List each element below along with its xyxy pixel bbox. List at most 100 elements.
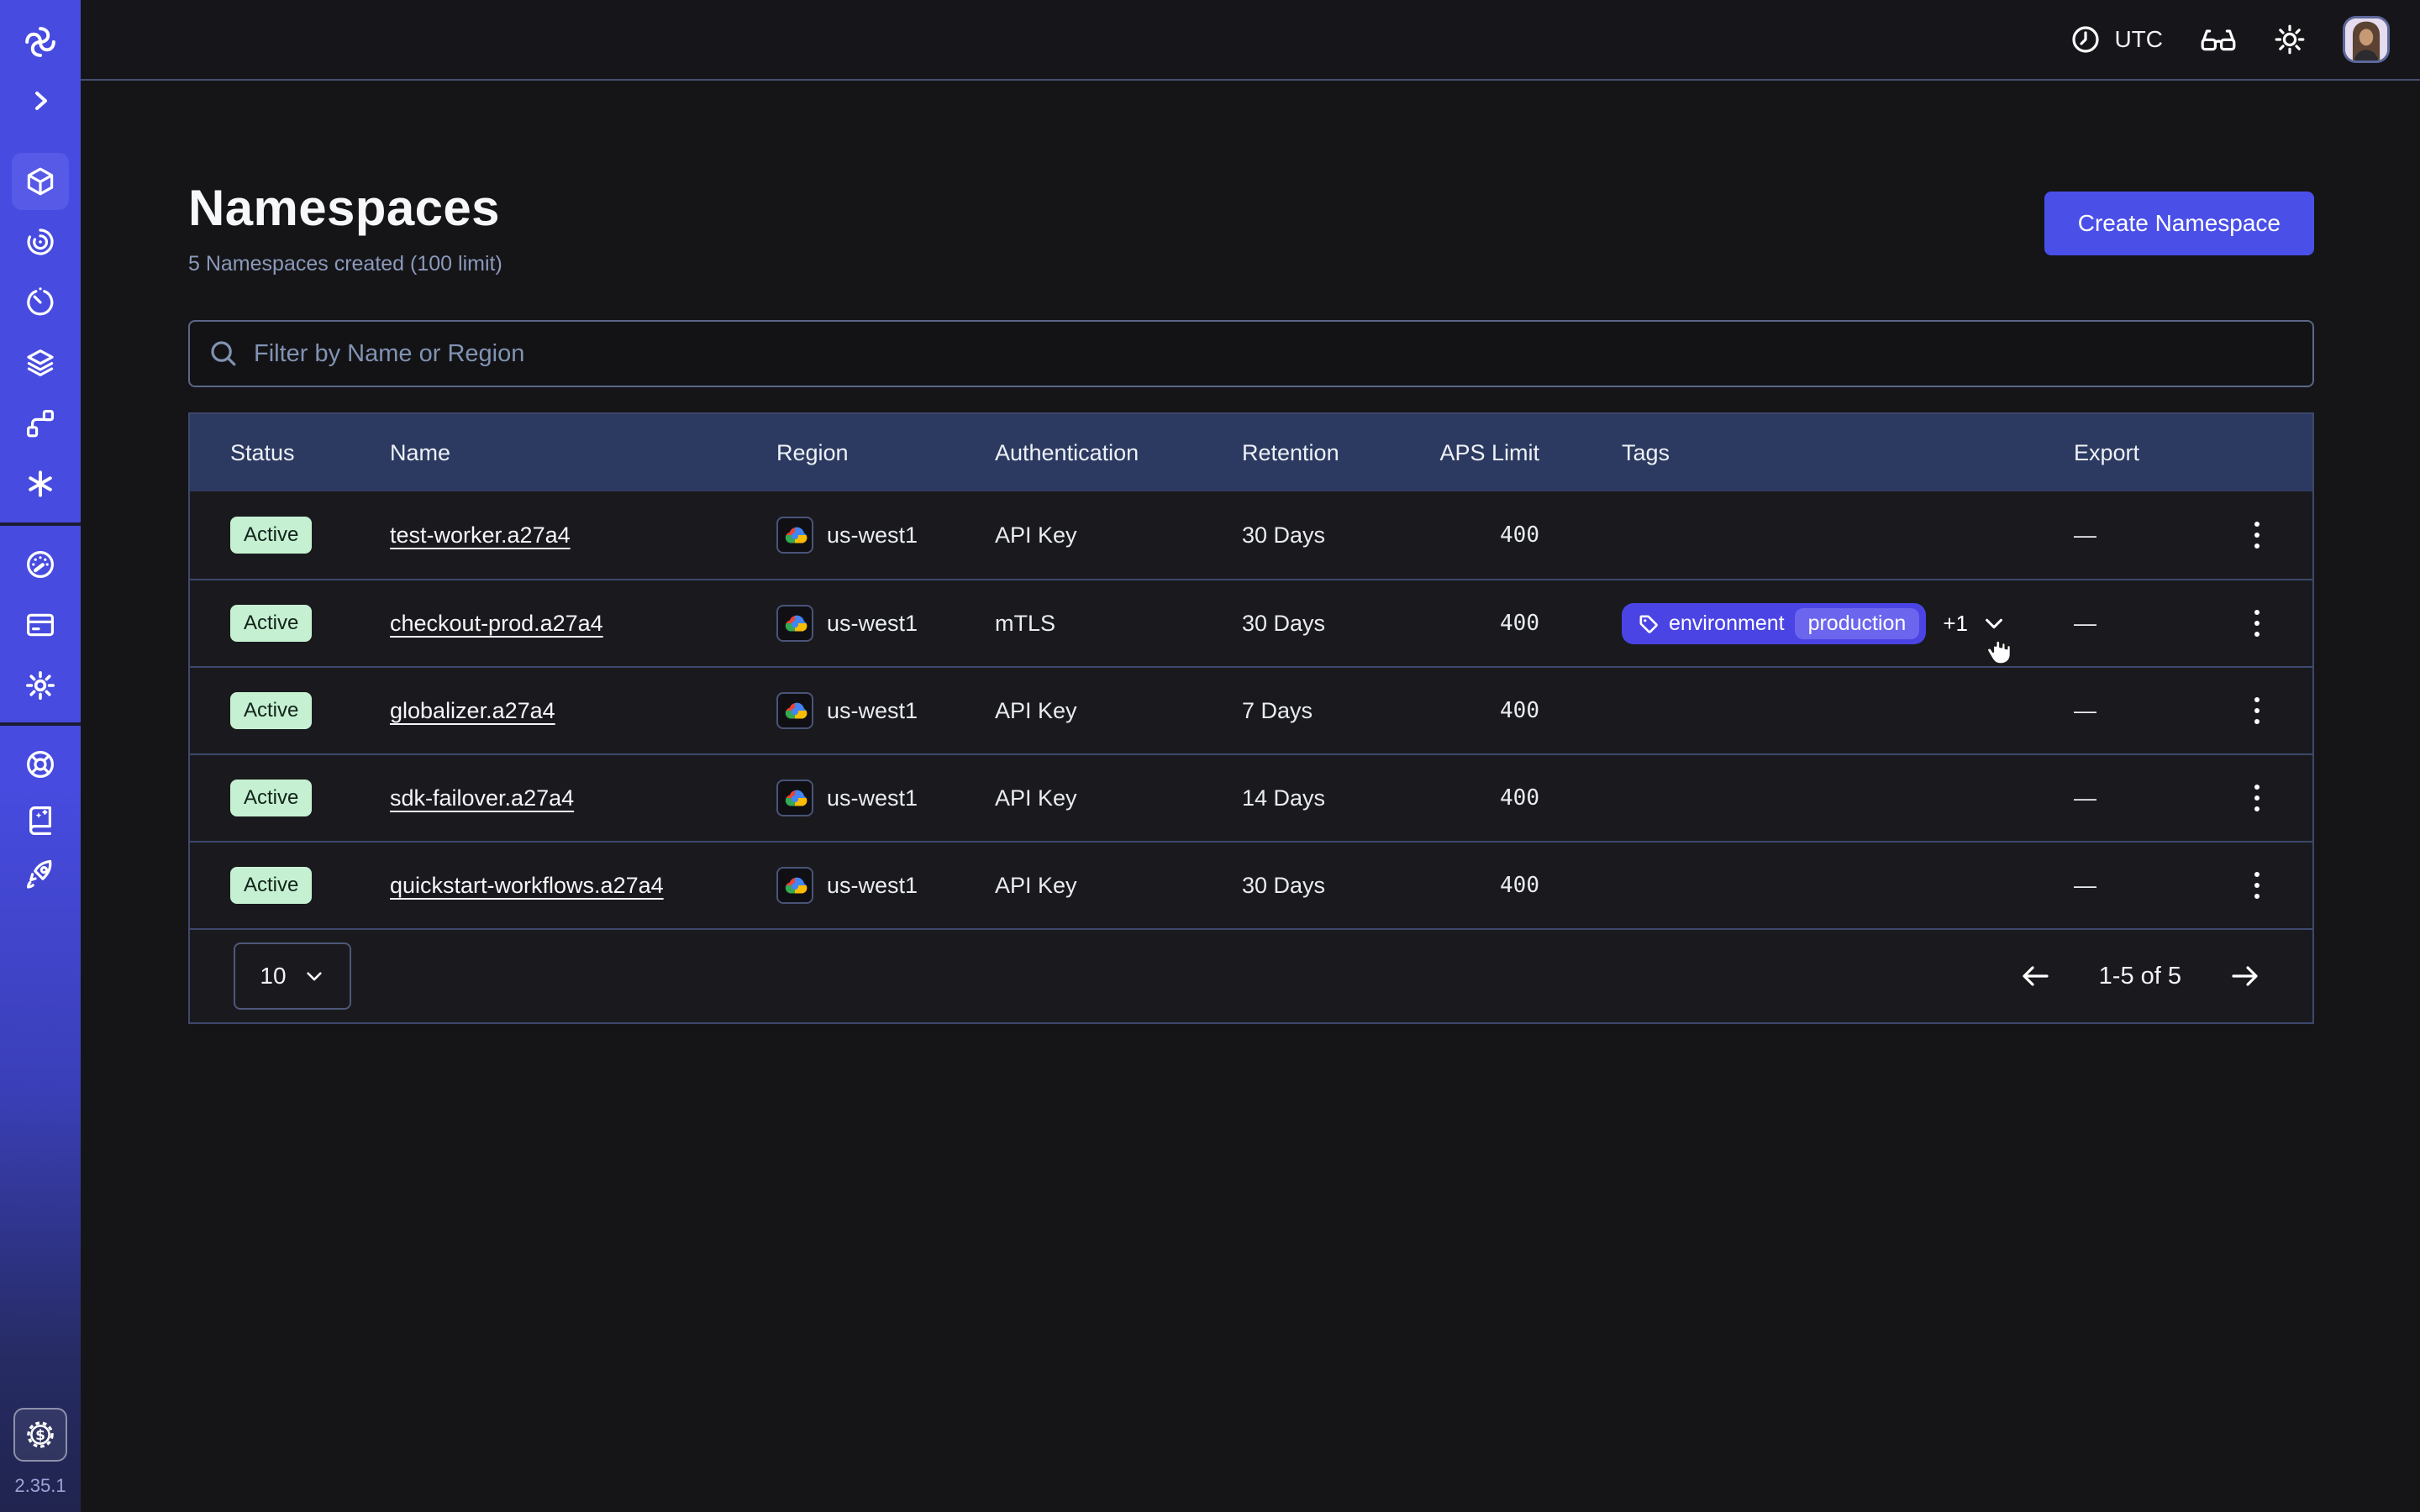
namespace-link[interactable]: quickstart-workflows.a27a4 — [390, 873, 664, 898]
next-page-button[interactable] — [2228, 959, 2262, 993]
col-header-authentication: Authentication — [995, 440, 1242, 466]
retention-value: 14 Days — [1242, 785, 1432, 811]
more-tags-label: +1 — [1943, 611, 1968, 637]
tags-cell: environment production +1 — [1539, 603, 2074, 644]
row-actions-menu-button[interactable] — [2248, 515, 2266, 555]
ui-version: 2.35.1 — [0, 1475, 81, 1497]
chevron-down-icon[interactable] — [1981, 611, 2007, 636]
table-footer: 10 1-5 of 5 — [190, 928, 2312, 1022]
auth-value: API Key — [995, 785, 1242, 811]
filter-input[interactable] — [188, 320, 2314, 387]
aps-limit-value: 400 — [1432, 698, 1539, 723]
gear-icon — [24, 669, 57, 702]
sidebar-item-namespaces[interactable] — [12, 153, 69, 210]
status-badge: Active — [230, 605, 312, 642]
tag-pill[interactable]: environment production — [1622, 603, 1926, 644]
namespace-link[interactable]: test-worker.a27a4 — [390, 522, 571, 548]
sun-icon[interactable] — [2274, 24, 2306, 55]
search-icon — [208, 339, 239, 369]
export-value: — — [2074, 873, 2242, 899]
clock-icon — [2070, 24, 2101, 55]
status-badge: Active — [230, 517, 312, 554]
row-actions-menu-button[interactable] — [2248, 603, 2266, 643]
user-avatar[interactable] — [2343, 16, 2390, 63]
namespace-link[interactable]: globalizer.a27a4 — [390, 698, 555, 723]
tag-value: production — [1795, 608, 1920, 639]
sidebar-item-schedules[interactable] — [24, 286, 57, 319]
page-size-value: 10 — [260, 963, 286, 990]
col-header-region: Region — [776, 440, 995, 466]
gcp-icon — [776, 517, 813, 554]
main-content: Namespaces 5 Namespaces created (100 lim… — [81, 81, 2420, 1512]
rocket-icon — [24, 857, 57, 890]
chevron-down-icon — [303, 965, 325, 987]
sidebar-expand-button[interactable] — [27, 87, 54, 114]
gcp-icon — [776, 692, 813, 729]
sidebar-item-usage[interactable] — [24, 548, 57, 581]
sidebar-item-documentation[interactable] — [24, 803, 57, 837]
row-actions-menu-button[interactable] — [2248, 690, 2266, 731]
tag-icon — [1637, 612, 1659, 634]
workflow-branch-icon — [24, 407, 57, 440]
aps-limit-value: 400 — [1432, 785, 1539, 811]
sidebar-divider — [0, 722, 81, 726]
asterisk-icon — [24, 467, 57, 501]
row-actions-menu-button[interactable] — [2248, 778, 2266, 818]
cube-icon — [24, 165, 57, 198]
namespaces-page: UTC — [0, 0, 2420, 1512]
sidebar-item-batch-operations[interactable] — [24, 467, 57, 501]
region-label: us-west1 — [827, 785, 918, 811]
retention-value: 30 Days — [1242, 611, 1432, 637]
svg-text:$: $ — [35, 1427, 45, 1444]
pagination-range: 1-5 of 5 — [2099, 963, 2181, 990]
table-header-row: Status Name Region Authentication Retent… — [190, 414, 2312, 491]
page-title: Namespaces — [188, 178, 502, 239]
export-value: — — [2074, 611, 2242, 637]
col-header-tags: Tags — [1539, 440, 2074, 466]
timer-icon — [24, 286, 57, 319]
gcp-icon — [776, 867, 813, 904]
reading-glasses-icon[interactable] — [2200, 26, 2237, 53]
sidebar-item-support[interactable] — [24, 748, 57, 781]
gcp-icon — [776, 780, 813, 816]
previous-page-button[interactable] — [2018, 959, 2052, 993]
temporal-logo[interactable] — [22, 24, 59, 60]
sidebar-item-workflows[interactable] — [24, 225, 57, 259]
sidebar-item-billing[interactable] — [24, 608, 57, 642]
sidebar-item-deployments[interactable] — [24, 346, 57, 380]
retention-value: 30 Days — [1242, 522, 1432, 549]
pricing-button[interactable]: $ — [13, 1408, 67, 1462]
col-header-name: Name — [390, 440, 776, 466]
auth-value: API Key — [995, 522, 1242, 549]
auth-value: mTLS — [995, 611, 1242, 637]
arrow-left-icon — [2018, 959, 2052, 993]
sidebar-item-nexus[interactable] — [24, 407, 57, 440]
auth-value: API Key — [995, 873, 1242, 899]
aps-limit-value: 400 — [1432, 873, 1539, 898]
life-buoy-icon — [24, 748, 57, 781]
book-icon — [24, 803, 57, 837]
create-namespace-button[interactable]: Create Namespace — [2044, 192, 2314, 255]
table-row: Active test-worker.a27a4 us-west1 API Ke… — [190, 491, 2312, 579]
tag-key: environment — [1669, 612, 1785, 636]
billing-card-icon — [24, 608, 57, 642]
top-bar: UTC — [81, 0, 2420, 81]
timezone-selector[interactable]: UTC — [2070, 24, 2163, 55]
aps-limit-value: 400 — [1432, 522, 1539, 548]
namespace-link[interactable]: checkout-prod.a27a4 — [390, 611, 603, 636]
region-label: us-west1 — [827, 522, 918, 549]
chevron-right-icon — [27, 87, 54, 114]
sidebar-item-settings[interactable] — [24, 669, 57, 702]
sidebar-divider — [0, 522, 81, 526]
status-badge: Active — [230, 780, 312, 816]
retention-value: 30 Days — [1242, 873, 1432, 899]
namespace-link[interactable]: sdk-failover.a27a4 — [390, 785, 574, 811]
col-header-status: Status — [230, 440, 390, 466]
pagination-controls: 1-5 of 5 — [2018, 959, 2262, 993]
sidebar-item-getting-started[interactable] — [24, 857, 57, 890]
export-value: — — [2074, 522, 2242, 549]
page-size-select[interactable]: 10 — [234, 942, 351, 1010]
status-badge: Active — [230, 692, 312, 729]
aps-limit-value: 400 — [1432, 611, 1539, 636]
row-actions-menu-button[interactable] — [2248, 865, 2266, 906]
